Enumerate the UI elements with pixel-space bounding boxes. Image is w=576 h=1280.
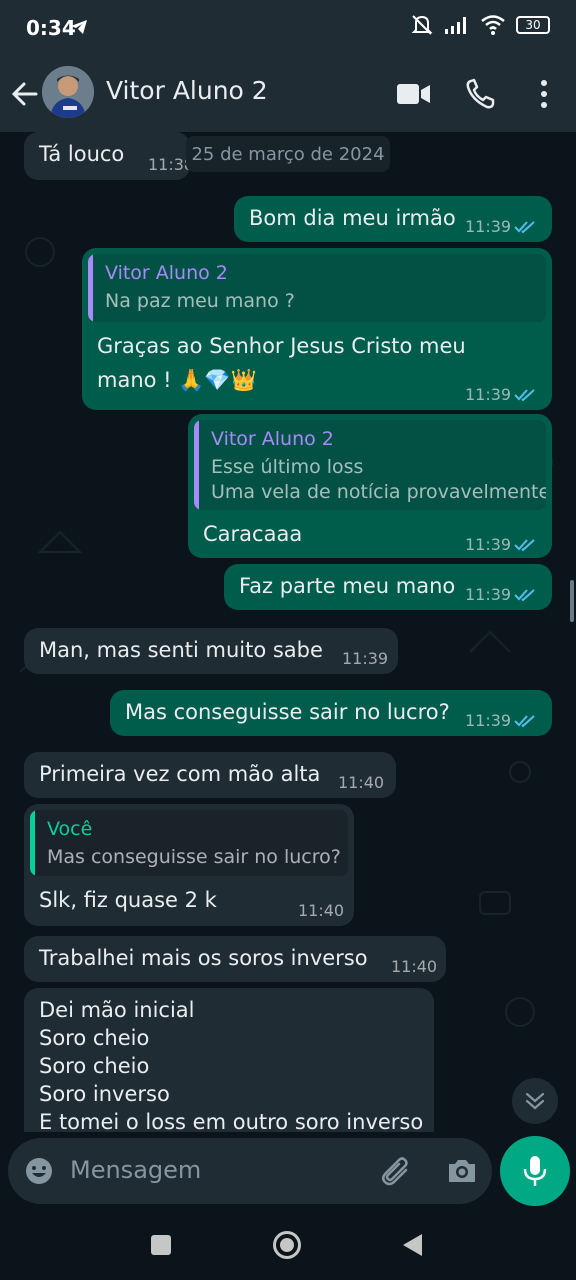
chat-header: Vitor Aluno 2 [0,58,576,132]
contact-name[interactable]: Vitor Aluno 2 [106,76,268,105]
message-incoming-reply[interactable]: Você Mas conseguisse sair no lucro? Slk,… [24,804,354,926]
home-icon[interactable] [272,1230,302,1260]
message-time: 11:39 [342,649,389,668]
message-input-bar[interactable]: Mensagem [8,1138,492,1204]
message-text: Caracaaa [203,522,303,546]
status-icons: 30 [410,14,550,36]
quote-text-line: Esse último loss [211,456,364,478]
status-bar: 0:34 30 [0,0,576,58]
video-call-icon[interactable] [394,76,434,112]
recents-icon[interactable] [150,1234,172,1256]
message-text-line: mano ! 🙏💎👑 [97,368,257,392]
read-ticks-icon [514,221,535,234]
quote-text-line: Uma vela de notícia provavelmente [211,481,546,503]
read-ticks-icon [514,715,535,728]
message-outgoing[interactable]: Faz parte meu mano 11:39 [224,564,552,610]
read-ticks-icon [514,539,535,552]
more-options-icon[interactable] [524,76,564,112]
message-text-line: Graças ao Senhor Jesus Cristo meu [97,334,466,358]
wifi-icon [481,15,505,35]
back-nav-icon[interactable] [400,1232,424,1258]
message-time: 11:40 [338,773,385,792]
mic-icon [523,1156,547,1186]
read-ticks-icon [514,589,535,602]
message-time: 11:40 [298,901,345,920]
composer: Mensagem [0,1132,576,1210]
quote-text: Na paz meu mano ? [105,290,295,312]
message-incoming[interactable]: Dei mão inicial Soro cheio Soro cheio So… [24,988,434,1132]
chat-area[interactable]: Tá louco 11:38 25 de março de 2024 Bom d… [0,132,576,1132]
message-time: 11:39 [465,711,512,730]
scroll-to-bottom-button[interactable] [512,1078,558,1124]
message-outgoing-reply[interactable]: Vitor Aluno 2 Esse último loss Uma vela … [188,414,552,558]
message-text-line: E tomei o loss em outro soro inverso [39,1110,424,1132]
message-outgoing[interactable]: Mas conseguisse sair no lucro? 11:39 [110,690,552,736]
quote-bar [30,810,35,876]
battery-icon: 30 [516,16,550,34]
message-text: Primeira vez com mão alta [39,762,321,786]
quoted-message[interactable]: Vitor Aluno 2 Na paz meu mano ? [88,254,546,322]
attach-icon[interactable] [380,1156,414,1188]
message-incoming[interactable]: Man, mas senti muito sabe 11:39 [24,628,398,674]
message-time: 11:40 [391,957,438,976]
message-text: Mas conseguisse sair no lucro? [125,700,450,724]
double-chevron-down-icon [525,1092,545,1110]
message-time: 11:39 [465,217,512,236]
read-ticks-icon [514,389,535,402]
quote-bar [88,254,93,322]
message-incoming[interactable]: Primeira vez com mão alta 11:40 [24,752,396,798]
scrollbar[interactable] [570,580,574,622]
quote-author: Vitor Aluno 2 [211,428,334,450]
date-chip-label: 25 de março de 2024 [191,143,385,165]
quote-text: Mas conseguisse sair no lucro? [47,846,341,868]
quoted-message[interactable]: Vitor Aluno 2 Esse último loss Uma vela … [194,420,546,510]
message-text-line: Dei mão inicial [39,998,195,1022]
message-outgoing-reply[interactable]: Vitor Aluno 2 Na paz meu mano ? Graças a… [82,248,552,410]
message-text-line: Soro cheio [39,1026,150,1050]
voice-call-icon[interactable] [462,76,502,112]
camera-icon[interactable] [446,1156,478,1186]
telegram-icon [71,20,87,34]
message-text: Tá louco [39,142,125,166]
message-input[interactable]: Mensagem [70,1156,201,1184]
date-chip: 25 de março de 2024 [186,136,390,172]
mic-button[interactable] [500,1136,570,1206]
back-arrow-icon[interactable] [10,76,40,112]
quoted-message[interactable]: Você Mas conseguisse sair no lucro? [30,810,348,876]
message-text: Bom dia meu irmão [249,206,456,230]
quote-author: Você [47,818,93,840]
system-nav-bar [0,1210,576,1280]
signal-icon [445,17,466,34]
message-text-line: Soro cheio [39,1054,150,1078]
message-time: 11:39 [465,385,512,404]
quote-bar [194,420,199,510]
message-text: Slk, fiz quase 2 k [39,888,217,912]
message-incoming[interactable]: Tá louco 11:38 [24,132,194,180]
message-time: 11:39 [465,585,512,604]
message-text-line: Soro inverso [39,1082,170,1106]
battery-level: 30 [525,18,541,32]
avatar[interactable] [42,66,94,118]
emoji-icon[interactable] [24,1156,54,1186]
message-outgoing[interactable]: Bom dia meu irmão 11:39 [234,196,552,242]
message-text: Faz parte meu mano [239,574,456,598]
status-time: 0:34 [26,16,76,40]
quote-author: Vitor Aluno 2 [105,262,228,284]
message-text: Man, mas senti muito sabe [39,638,323,662]
message-incoming[interactable]: Trabalhei mais os soros inverso 11:40 [24,936,446,982]
message-text: Trabalhei mais os soros inverso [39,946,368,970]
mute-icon [411,15,433,35]
message-time: 11:39 [465,535,512,554]
